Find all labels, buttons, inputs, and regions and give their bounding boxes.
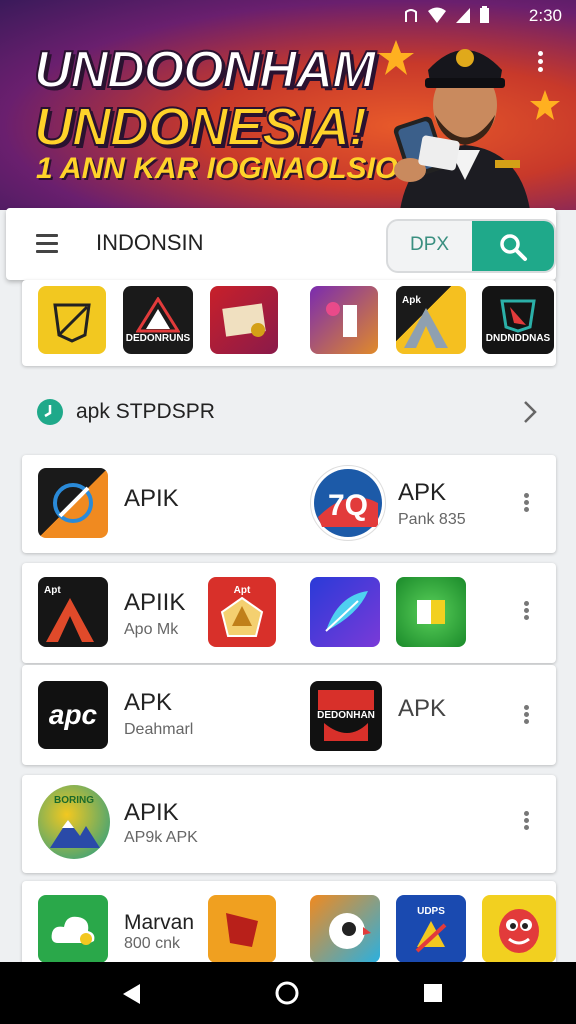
app-logo-icon [326,302,357,337]
app-list-row[interactable]: apc APK Deahmarl DEDONHAN APK [22,665,556,765]
app-icon[interactable]: Apt [38,577,108,647]
nfc-icon [405,9,417,22]
app-logo-icon [415,920,447,952]
back-icon[interactable] [120,982,144,1006]
bird-icon [329,913,371,949]
chevron-right-icon[interactable] [520,400,540,424]
app-list-row[interactable]: APIK 7Q APK Pank 835 [22,455,556,553]
home-icon[interactable] [274,980,300,1006]
app-icon[interactable]: UDPS [396,895,466,963]
app-list-row[interactable]: BORING APIK AP9k APK [22,775,556,873]
banner-headline-2: UNDONESIA! [33,96,368,158]
app-logo-icon [318,689,374,710]
more-options-icon[interactable] [521,491,531,517]
filter-label[interactable]: DPX [410,234,449,256]
app-icon[interactable] [210,286,278,354]
app-icon[interactable]: DNDNDDNAS [482,286,554,354]
clock-icon [37,399,63,425]
app-logo-icon: 7Q [314,469,382,537]
app-logo-icon [136,296,180,332]
app-icon[interactable] [310,577,380,647]
app-subtitle: AP9k APK [124,829,198,846]
app-logo-icon [226,913,258,947]
app-icon[interactable] [482,895,556,963]
shield-icon [500,299,536,333]
letter-a-icon [404,307,448,348]
app-title: APIK [124,485,179,512]
app-icon[interactable]: Apk [396,286,466,354]
app-title: APK [398,695,447,722]
app-tile-label: DNDNDDNAS [485,332,551,344]
app-title: APK [124,689,173,716]
svg-text:7Q: 7Q [328,489,368,522]
apc-logo-text: apc [48,699,98,730]
search-filter-pill[interactable]: DPX [386,219,556,273]
app-icon[interactable]: DEDONHAN [310,681,382,751]
banner-more-icon[interactable] [534,48,546,78]
app-tile-label: DEDONHAN [317,709,375,721]
app-icon[interactable] [38,286,106,354]
battery-icon [480,6,489,23]
system-navigation-bar [0,962,576,1024]
app-icon[interactable] [396,577,466,647]
search-bar[interactable]: INDONSIN DPX [6,208,556,280]
app-icon[interactable]: Apt [208,577,276,647]
app-tile-label: BORING [54,794,94,806]
app-icon[interactable]: apc [38,681,108,749]
search-button[interactable] [472,221,554,271]
search-icon [500,234,527,261]
signal-icon [456,8,470,23]
app-title: APIIK [124,589,186,616]
mountain-icon [50,819,100,848]
wifi-icon [428,7,446,23]
letter-a-icon [46,597,94,642]
app-logo-icon [417,600,445,624]
app-subtitle: Pank 835 [398,511,466,528]
shield-icon [220,596,264,637]
status-bar: 2:30 [0,0,576,32]
search-query-text[interactable]: INDONSIN [96,230,204,256]
app-list-row[interactable]: Marvan 800 cnk UDPS [22,881,556,971]
sword-emblem-icon [53,303,91,343]
more-options-icon[interactable] [521,599,531,625]
app-subtitle: Apo Mk [124,621,179,638]
app-list-row[interactable]: Apt APIIK Apo Mk Apt [22,563,556,663]
hamburger-menu-icon[interactable] [36,234,58,258]
clock: 2:30 [528,6,562,25]
app-icon[interactable] [38,895,108,963]
app-title: APK [398,479,447,506]
app-title: APIK [124,799,179,826]
app-logo-icon [222,303,266,337]
section-header[interactable]: apk STPDSPR [22,386,556,436]
app-tile-label: Apk [402,294,421,306]
banner-headline-1: UNDOONHAM [33,40,377,100]
officer-character-illustration [393,49,530,210]
featured-app-strip: DEDONRUNS Apk DNDNDDNAS [22,280,556,366]
recents-icon[interactable] [422,982,444,1004]
app-subtitle: Deahmarl [124,721,194,738]
app-icon[interactable] [208,895,276,963]
app-icon[interactable]: 7Q [310,465,386,541]
app-subtitle: 800 cnk [124,935,181,952]
app-icon[interactable] [38,468,108,538]
app-title: Marvan [124,911,195,934]
map-silhouette-icon [324,722,368,741]
app-tile-label: DEDONRUNS [125,332,191,344]
app-icon[interactable] [310,895,380,963]
app-icon[interactable] [310,286,378,354]
feather-icon [325,591,368,632]
app-logo-icon [53,483,93,523]
more-options-icon[interactable] [521,809,531,835]
monster-mascot-icon [499,909,539,953]
more-options-icon[interactable] [521,703,531,729]
app-icon[interactable]: DEDONRUNS [123,286,193,354]
app-tile-label: UDPS [417,905,445,917]
app-icon[interactable]: BORING [38,785,110,859]
app-tile-label: Apt [44,584,61,596]
app-tile-label: Apt [233,584,251,596]
section-title: apk STPDSPR [76,400,215,423]
cloud-icon [51,916,95,945]
